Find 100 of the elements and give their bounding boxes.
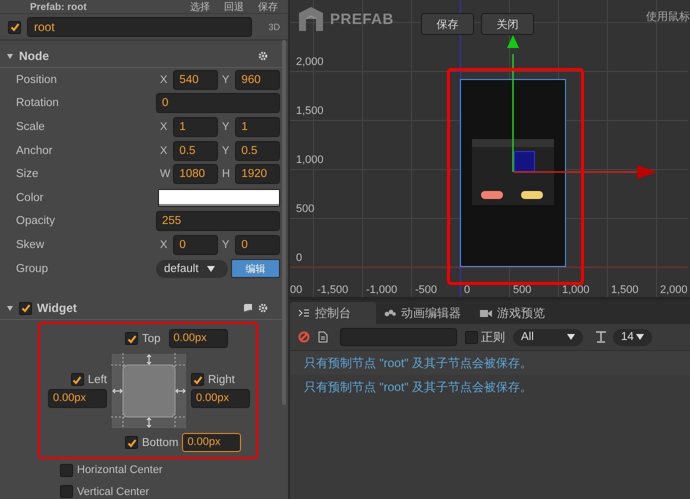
side-label: Right	[208, 374, 235, 386]
axis-label: Y	[222, 238, 230, 251]
offset-field[interactable]: 0.00px	[191, 389, 250, 408]
option-label: Horizontal Center	[77, 464, 163, 476]
panel-tab[interactable]: 控制台	[290, 302, 376, 324]
axis-tick-label: 500	[513, 284, 532, 296]
dialog-button	[481, 191, 503, 199]
dots-icon	[384, 308, 396, 318]
document-icon	[318, 331, 328, 343]
number-field[interactable]: 1	[235, 116, 280, 137]
property-label: Group	[16, 262, 49, 275]
property-label: Size	[16, 168, 40, 180]
checkbox[interactable]	[125, 332, 138, 346]
property-label: Anchor	[16, 144, 54, 157]
checkbox[interactable]	[70, 373, 84, 386]
scene-button[interactable]: 保存	[421, 13, 474, 35]
font-size-dropdown[interactable]: 14	[613, 328, 652, 346]
regex-label: 正则	[481, 328, 505, 346]
widget-enabled-checkbox[interactable]	[19, 302, 32, 315]
axis-tick-label: 1,500	[611, 284, 639, 296]
axis-label: Y	[222, 144, 230, 157]
axis-tick-label: 2,000	[660, 284, 688, 296]
panel-tab[interactable]: 游戏预览	[472, 302, 558, 324]
section-title: Widget	[37, 301, 77, 316]
node-enabled-checkbox[interactable]	[8, 20, 21, 34]
axis-tick-label: -500	[415, 284, 438, 296]
panel-tab[interactable]: 动画编辑器	[376, 302, 472, 324]
axis-tick-label: -1,000	[366, 284, 398, 296]
number-field[interactable]: 540	[173, 70, 218, 90]
header-action[interactable]: 保存	[258, 3, 278, 13]
group-dropdown[interactable]: default	[156, 260, 228, 278]
scene-view[interactable]: 2,000 1,500 1,000 500 0 00 -1,500 -1,000 -500 0 500 1,000 1,500 2,000 PREFAB 保存 关闭 使用鼠标	[290, 0, 690, 300]
axis-tick-label: 1,500	[296, 105, 324, 117]
offset-field[interactable]: 0.00px	[48, 389, 107, 408]
number-field[interactable]: 1920	[235, 164, 280, 184]
checkbox[interactable]	[60, 464, 73, 477]
book-icon	[243, 303, 253, 314]
number-field[interactable]: 1	[173, 116, 218, 137]
axis-label: X	[160, 74, 168, 86]
offset-field[interactable]: 0.00px	[182, 433, 242, 452]
axis-label: Y	[222, 74, 230, 86]
property-label: Position	[16, 74, 58, 86]
settings-icon	[258, 303, 268, 314]
number-field[interactable]: 960	[235, 70, 280, 90]
number-field[interactable]: 0	[156, 93, 280, 114]
axis-tick-label: 00	[290, 284, 302, 296]
number-field[interactable]: 255	[156, 211, 280, 232]
property-label: Opacity	[16, 215, 56, 228]
checkbox[interactable]	[60, 485, 73, 498]
axis-tick-label: 0	[296, 252, 302, 264]
section-title: Node	[19, 49, 49, 63]
log-message: 只有预制节点 "root" 及其子节点会被保存。	[290, 351, 690, 375]
side-label: Left	[88, 374, 107, 386]
axis-label: X	[160, 120, 168, 133]
axis-tick-label: 1,000	[562, 284, 590, 296]
filter-field[interactable]	[340, 328, 457, 346]
number-field[interactable]: 0	[235, 234, 280, 255]
settings-icon	[258, 51, 268, 61]
number-field[interactable]: 0.5	[173, 140, 218, 161]
header-action[interactable]: 选择	[190, 3, 210, 13]
dropdown-caret-icon	[636, 334, 644, 340]
regex-checkbox[interactable]	[465, 330, 478, 344]
checkbox[interactable]	[125, 436, 138, 450]
number-field[interactable]: 1080	[173, 164, 218, 184]
option-label: Vertical Center	[77, 486, 150, 498]
console-icon	[298, 308, 310, 318]
dropdown-caret-icon	[567, 334, 575, 340]
node-name-field[interactable]: root	[27, 17, 252, 37]
side-label: Top	[142, 332, 161, 345]
side-label: Bottom	[142, 436, 178, 449]
edit-button[interactable]: 编辑	[231, 259, 280, 278]
checkbox[interactable]	[191, 373, 204, 386]
dialog-button	[521, 191, 543, 199]
camera-icon	[480, 308, 492, 318]
property-label: Color	[16, 192, 44, 204]
font-size-icon	[595, 331, 607, 343]
clear-icon	[298, 331, 310, 343]
axis-label: W	[160, 168, 172, 180]
logo-text: PREFAB	[330, 10, 394, 28]
cube-logo-icon	[296, 5, 326, 33]
offset-field[interactable]: 0.00px	[168, 329, 228, 348]
axis-tick-label: -1,500	[317, 284, 348, 296]
axis-tick-label: 0	[464, 284, 470, 296]
header-action[interactable]: 回退	[224, 3, 244, 13]
scene-button[interactable]: 关闭	[481, 13, 534, 35]
color-field[interactable]	[158, 188, 280, 207]
axis-label: Y	[222, 120, 230, 133]
property-label: Skew	[16, 238, 46, 251]
axis-label: X	[160, 144, 168, 157]
number-field[interactable]: 0	[173, 234, 218, 255]
mode-label: 3D	[267, 22, 280, 32]
level-dropdown[interactable]: All	[513, 328, 583, 346]
dropdown-caret-icon	[206, 266, 215, 272]
number-field[interactable]: 0.5	[235, 140, 280, 161]
axis-tick-label: 500	[296, 203, 314, 215]
axis-label: X	[160, 238, 168, 251]
node-square	[514, 151, 535, 172]
property-label: Scale	[16, 120, 46, 133]
axis-tick-label: 1,000	[296, 154, 324, 166]
property-label: Rotation	[16, 97, 60, 110]
